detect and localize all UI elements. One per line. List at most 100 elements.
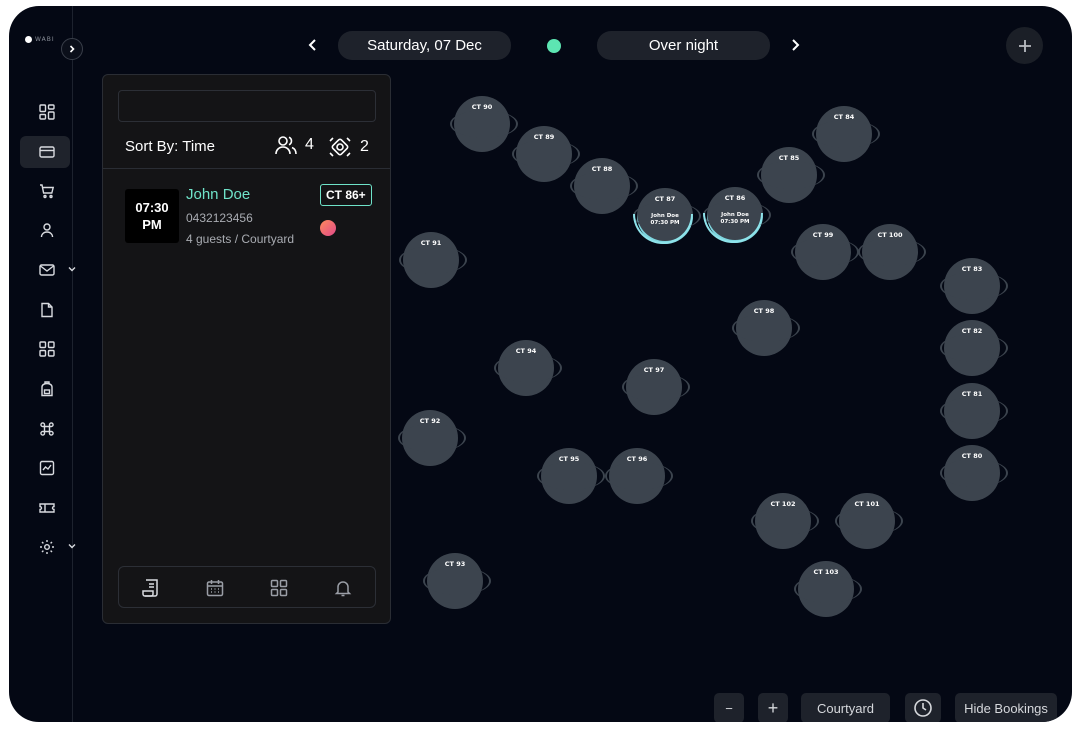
hide-bookings-button[interactable]: Hide Bookings — [955, 693, 1057, 722]
app-frame: CT 90 CT 89 CT 88 CT 87 John Doe 07:30 P… — [9, 6, 1072, 722]
booking-time-period: PM — [142, 217, 162, 232]
table-ct-95[interactable]: CT 95 — [537, 448, 605, 504]
table-ct-103[interactable]: CT 103 — [794, 561, 862, 617]
user-icon — [40, 223, 54, 238]
tab-grid[interactable] — [269, 578, 289, 598]
table-booking-time: 07:30 PM — [720, 219, 750, 225]
table-ct-85[interactable]: CT 85 — [757, 147, 825, 203]
table-label: CT 100 — [877, 231, 903, 239]
guest-tag-dot — [320, 220, 336, 236]
table-ct-101[interactable]: CT 101 — [835, 493, 903, 549]
sidebar-item-card[interactable] — [20, 136, 70, 168]
date-selector[interactable]: Saturday, 07 Dec — [338, 31, 511, 60]
brand-logo: WABI — [25, 36, 55, 43]
table-label: CT 83 — [961, 265, 983, 273]
table-ct-100[interactable]: CT 100 — [858, 224, 926, 280]
command-icon — [40, 422, 54, 436]
zoom-out-button[interactable]: − — [714, 693, 744, 722]
search-input[interactable] — [118, 90, 376, 122]
chevron-left-icon — [308, 39, 316, 51]
guest-phone: 0432123456 — [186, 211, 253, 225]
table-ct-86[interactable]: CT 86 John Doe 07:30 PM — [703, 187, 771, 243]
table-label: CT 101 — [854, 500, 880, 508]
table-ct-89[interactable]: CT 89 — [512, 126, 580, 182]
sidebar-item-cart[interactable] — [20, 175, 70, 207]
table-ct-91[interactable]: CT 91 — [399, 232, 467, 288]
table-label: CT 89 — [533, 133, 555, 141]
calendar-icon — [206, 580, 224, 597]
table-ct-90[interactable]: CT 90 — [450, 96, 518, 152]
grid-icon — [270, 579, 288, 597]
table-ct-82[interactable]: CT 82 — [940, 320, 1008, 376]
booking-card[interactable]: 07:30 PM John Doe 0432123456 4 guests / … — [103, 179, 390, 259]
sidebar-item-command[interactable] — [20, 413, 70, 445]
sidebar-item-user[interactable] — [20, 214, 70, 246]
tab-list[interactable] — [141, 578, 161, 598]
sidebar-item-backpack[interactable] — [20, 373, 70, 405]
chevron-right-icon — [792, 39, 800, 51]
sort-by-dropdown[interactable]: Sort By: Time — [125, 138, 215, 155]
table-count: 2 — [328, 135, 369, 159]
table-ct-94[interactable]: CT 94 — [494, 340, 562, 396]
table-booking-time: 07:30 PM — [650, 220, 680, 226]
bell-icon — [334, 581, 352, 597]
ticket-icon — [39, 503, 55, 513]
sidebar-item-dashboard[interactable] — [20, 96, 70, 128]
gear-icon — [40, 540, 54, 554]
table-ct-87[interactable]: CT 87 John Doe 07:30 PM — [633, 188, 701, 244]
prev-date-button[interactable] — [302, 34, 324, 56]
chevron-down-icon[interactable] — [67, 541, 77, 551]
users-icon — [275, 136, 297, 155]
booking-time: 07:30 PM — [125, 189, 179, 243]
card-icon — [39, 146, 55, 158]
sort-row: Sort By: Time 4 2 — [103, 133, 390, 169]
table-seats-icon — [329, 137, 351, 157]
table-ct-88[interactable]: CT 88 — [570, 158, 638, 214]
table-label: CT 97 — [643, 366, 665, 374]
sidebar-item-mail[interactable] — [20, 254, 76, 286]
table-label: CT 102 — [770, 500, 796, 508]
document-icon — [41, 302, 53, 318]
panel-tabs — [118, 566, 376, 608]
guest-count: 4 — [275, 135, 314, 155]
sidebar-item-grid[interactable] — [20, 333, 70, 365]
sidebar: WABI — [9, 6, 76, 722]
sidebar-item-settings[interactable] — [20, 531, 76, 563]
table-ct-99[interactable]: CT 99 — [791, 224, 859, 280]
table-ct-83[interactable]: CT 83 — [940, 258, 1008, 314]
tab-calendar[interactable] — [205, 578, 225, 598]
status-indicator — [547, 39, 561, 53]
table-label: CT 88 — [591, 165, 613, 173]
table-ct-93[interactable]: CT 93 — [423, 553, 491, 609]
table-ct-96[interactable]: CT 96 — [605, 448, 673, 504]
shift-selector[interactable]: Over night — [597, 31, 770, 60]
table-badge: CT 86+ — [320, 184, 372, 206]
table-label: CT 95 — [558, 455, 580, 463]
plus-icon — [1018, 39, 1031, 52]
table-ct-81[interactable]: CT 81 — [940, 383, 1008, 439]
time-filter-button[interactable] — [905, 693, 941, 722]
zoom-in-button[interactable]: + — [758, 693, 788, 722]
tab-notifications[interactable] — [333, 578, 353, 598]
table-label: CT 94 — [515, 347, 537, 355]
chevron-down-icon[interactable] — [67, 264, 77, 274]
logo-dot — [25, 36, 32, 43]
sidebar-expand-button[interactable] — [61, 38, 83, 60]
receipt-list-icon — [142, 579, 158, 597]
add-booking-button[interactable] — [1006, 27, 1043, 64]
next-date-button[interactable] — [784, 34, 806, 56]
table-ct-80[interactable]: CT 80 — [940, 445, 1008, 501]
sidebar-item-ticket[interactable] — [20, 492, 70, 524]
chevron-right-icon — [69, 45, 75, 53]
table-ct-97[interactable]: CT 97 — [622, 359, 690, 415]
table-ct-102[interactable]: CT 102 — [751, 493, 819, 549]
table-ct-98[interactable]: CT 98 — [732, 300, 800, 356]
sidebar-item-document[interactable] — [20, 294, 70, 326]
table-label: CT 99 — [812, 231, 834, 239]
table-ct-92[interactable]: CT 92 — [398, 410, 466, 466]
table-ct-84[interactable]: CT 84 — [812, 106, 880, 162]
grid-icon — [39, 341, 55, 357]
sidebar-item-report[interactable] — [20, 452, 70, 484]
area-selector[interactable]: Courtyard — [801, 693, 890, 722]
table-label: CT 98 — [753, 307, 775, 315]
